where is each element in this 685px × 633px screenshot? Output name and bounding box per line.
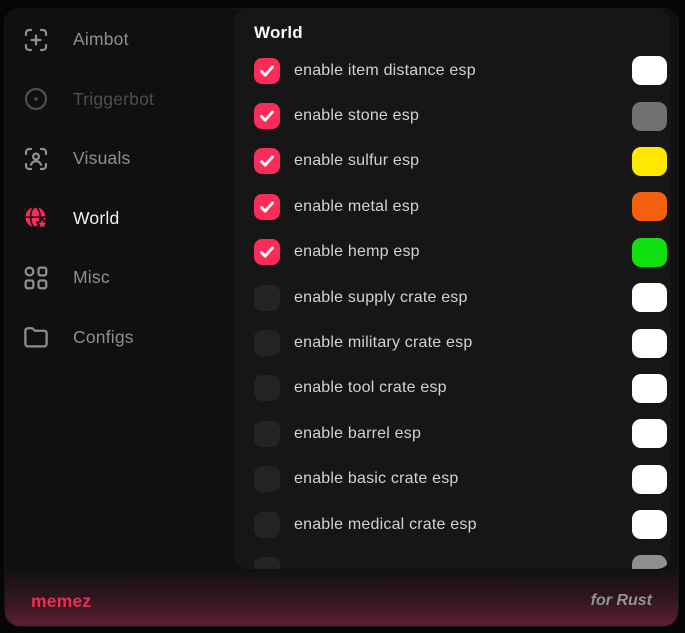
esp-label: enable hemp esp xyxy=(294,244,420,260)
globe-star-icon xyxy=(21,203,51,233)
sidebar-item-misc[interactable]: Misc xyxy=(5,248,234,308)
sidebar-item-label: Configs xyxy=(73,329,134,347)
esp-label: enable sulfur esp xyxy=(294,153,419,169)
esp-row: enable supply crate esp xyxy=(254,275,667,320)
esp-label: enable item distance esp xyxy=(294,63,476,79)
esp-checkbox[interactable] xyxy=(254,466,280,492)
esp-label: enable stone esp xyxy=(294,108,419,124)
esp-checkbox[interactable] xyxy=(254,512,280,538)
esp-row: enable basic crate esp xyxy=(254,457,667,502)
color-swatch[interactable] xyxy=(632,329,667,358)
cheat-window: Aimbot Triggerbot Visuals World Misc Con… xyxy=(4,8,679,627)
esp-label: enable military crate esp xyxy=(294,335,472,351)
esp-checkbox[interactable] xyxy=(254,148,280,174)
sidebar-item-configs[interactable]: Configs xyxy=(5,308,234,368)
crosshair-scan-icon xyxy=(21,25,51,55)
esp-checkbox[interactable] xyxy=(254,285,280,311)
esp-label: enable medical crate esp xyxy=(294,517,477,533)
brand-label: memez xyxy=(31,591,91,612)
esp-label: enable tool crate esp xyxy=(294,380,447,396)
esp-checkbox[interactable] xyxy=(254,421,280,447)
settings-panel: World enable item distance esp enable st… xyxy=(234,9,671,569)
esp-row: enable medical crate esp xyxy=(254,502,667,547)
scope-circle-icon xyxy=(21,84,51,114)
esp-checkbox[interactable] xyxy=(254,103,280,129)
esp-label: enable barrel esp xyxy=(294,426,421,442)
esp-row: enable hemp esp xyxy=(254,230,667,275)
esp-row: enable metal esp xyxy=(254,184,667,229)
color-swatch[interactable] xyxy=(632,56,667,85)
sidebar-item-label: Aimbot xyxy=(73,31,129,49)
sidebar-item-aimbot[interactable]: Aimbot xyxy=(5,10,234,70)
esp-checkbox[interactable] xyxy=(254,194,280,220)
footer: memez for Rust xyxy=(5,568,678,626)
esp-label: enable supply crate esp xyxy=(294,290,468,306)
esp-row: enable sulfur esp xyxy=(254,139,667,184)
esp-row: enable tool crate esp xyxy=(254,366,667,411)
folder-icon xyxy=(21,322,51,352)
sidebar-item-label: Misc xyxy=(73,269,110,287)
tagline-label: for Rust xyxy=(591,592,652,610)
sidebar-item-world[interactable]: World xyxy=(5,189,234,249)
color-swatch[interactable] xyxy=(632,374,667,403)
sidebar-item-label: World xyxy=(73,210,119,228)
color-swatch[interactable] xyxy=(632,419,667,448)
person-scan-icon xyxy=(21,144,51,174)
sidebar-item-visuals[interactable]: Visuals xyxy=(5,129,234,189)
esp-label: enable basic crate esp xyxy=(294,471,459,487)
grid-icon xyxy=(21,263,51,293)
esp-rows: enable item distance esp enable stone es… xyxy=(254,48,667,569)
color-swatch[interactable] xyxy=(632,555,667,569)
sidebar: Aimbot Triggerbot Visuals World Misc Con… xyxy=(5,9,234,627)
esp-row: enable military crate esp xyxy=(254,320,667,365)
esp-label: enable metal esp xyxy=(294,199,419,215)
esp-checkbox[interactable] xyxy=(254,239,280,265)
esp-checkbox[interactable] xyxy=(254,330,280,356)
esp-row xyxy=(254,547,667,569)
esp-checkbox[interactable] xyxy=(254,375,280,401)
color-swatch[interactable] xyxy=(632,510,667,539)
esp-checkbox[interactable] xyxy=(254,58,280,84)
color-swatch[interactable] xyxy=(632,147,667,176)
sidebar-item-triggerbot[interactable]: Triggerbot xyxy=(5,70,234,130)
color-swatch[interactable] xyxy=(632,465,667,494)
color-swatch[interactable] xyxy=(632,283,667,312)
color-swatch[interactable] xyxy=(632,102,667,131)
esp-row: enable item distance esp xyxy=(254,48,667,93)
esp-row: enable stone esp xyxy=(254,93,667,138)
sidebar-item-label: Triggerbot xyxy=(73,91,154,109)
color-swatch[interactable] xyxy=(632,192,667,221)
color-swatch[interactable] xyxy=(632,238,667,267)
panel-title: World xyxy=(254,22,667,44)
sidebar-item-label: Visuals xyxy=(73,150,131,168)
esp-row: enable barrel esp xyxy=(254,411,667,456)
